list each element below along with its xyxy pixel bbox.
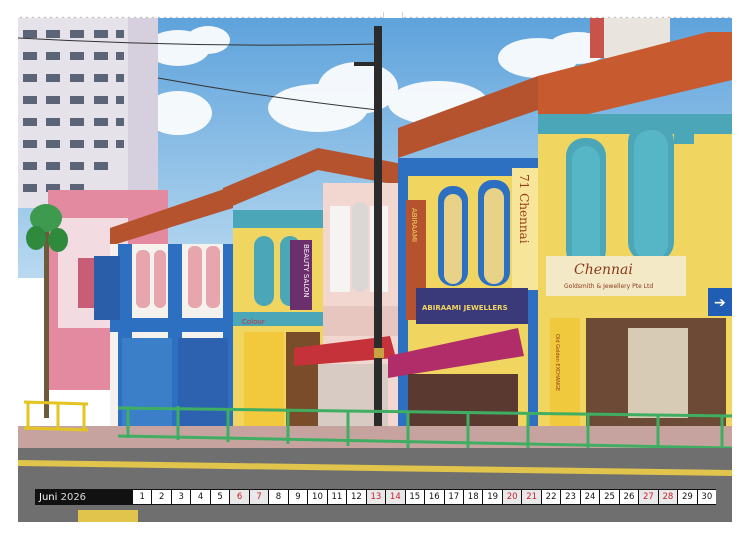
day-cell: 20 xyxy=(502,490,522,504)
day-cell: 23 xyxy=(561,490,580,504)
day-cell: 4 xyxy=(191,490,210,504)
apartment-tower xyxy=(18,18,158,208)
year-label: 2026 xyxy=(60,491,87,503)
day-cell: 16 xyxy=(425,490,444,504)
day-cell: 15 xyxy=(405,490,425,504)
calendar-strip: Juni 2026 1 2 3 4 5 6 7 8 9 10 11 12 13 14 15 16 17 18 19 2… xyxy=(35,489,717,505)
day-cell: 14 xyxy=(386,490,405,504)
sign-old-gold: Old Golden EXCHANGE xyxy=(554,334,560,391)
svg-text:➔: ➔ xyxy=(714,295,726,311)
month-name: Juni xyxy=(39,491,58,503)
yellow-barriers xyxy=(23,400,89,432)
day-cells: 1 2 3 4 5 6 7 8 9 10 11 12 13 14 15 16 17 18 19 20 21 22 23 24 2… xyxy=(133,490,717,504)
day-cell: 26 xyxy=(619,490,639,504)
sign-chennai-sub: Goldsmith & Jewellery Pte Ltd xyxy=(564,283,653,290)
day-cell: 13 xyxy=(366,490,386,504)
day-cell: 17 xyxy=(444,490,463,504)
day-cell: 11 xyxy=(327,490,347,504)
day-cell: 19 xyxy=(483,490,502,504)
day-cell: 1 xyxy=(133,490,152,504)
direction-arrow-sign: ➔ xyxy=(714,295,726,311)
day-cell: 25 xyxy=(600,490,619,504)
day-cell: 2 xyxy=(152,490,171,504)
day-cell: 24 xyxy=(580,490,600,504)
day-cell: 22 xyxy=(541,490,561,504)
day-cell: 8 xyxy=(269,490,288,504)
sign-abiraami-vertical: ABIRAAMI xyxy=(410,208,418,242)
day-cell: 7 xyxy=(249,490,269,504)
day-cell: 29 xyxy=(678,490,697,504)
day-cell: 27 xyxy=(639,490,658,504)
day-cell: 5 xyxy=(210,490,230,504)
day-cell: 3 xyxy=(171,490,191,504)
day-cell: 30 xyxy=(697,490,717,504)
day-cell: 10 xyxy=(308,490,327,504)
day-cell: 12 xyxy=(347,490,366,504)
sign-colour: Colour xyxy=(242,318,265,326)
sign-chennai-title: Chennai xyxy=(574,262,633,278)
month-label: Juni 2026 xyxy=(35,492,133,503)
lamp-post xyxy=(374,26,382,426)
street-photo: Chennai Goldsmith & Jewellery Pte Ltd AB… xyxy=(18,18,732,522)
day-cell: 21 xyxy=(522,490,541,504)
sign-71-chennai: 71 Chennai xyxy=(517,174,531,244)
sign-jewellers: ABIRAAMI JEWELLERS xyxy=(422,304,508,312)
sign-beauty-salon: BEAUTY SALON xyxy=(302,244,310,298)
day-cell: 9 xyxy=(288,490,308,504)
day-cell: 28 xyxy=(658,490,678,504)
day-cell: 6 xyxy=(230,490,249,504)
day-cell: 18 xyxy=(463,490,483,504)
